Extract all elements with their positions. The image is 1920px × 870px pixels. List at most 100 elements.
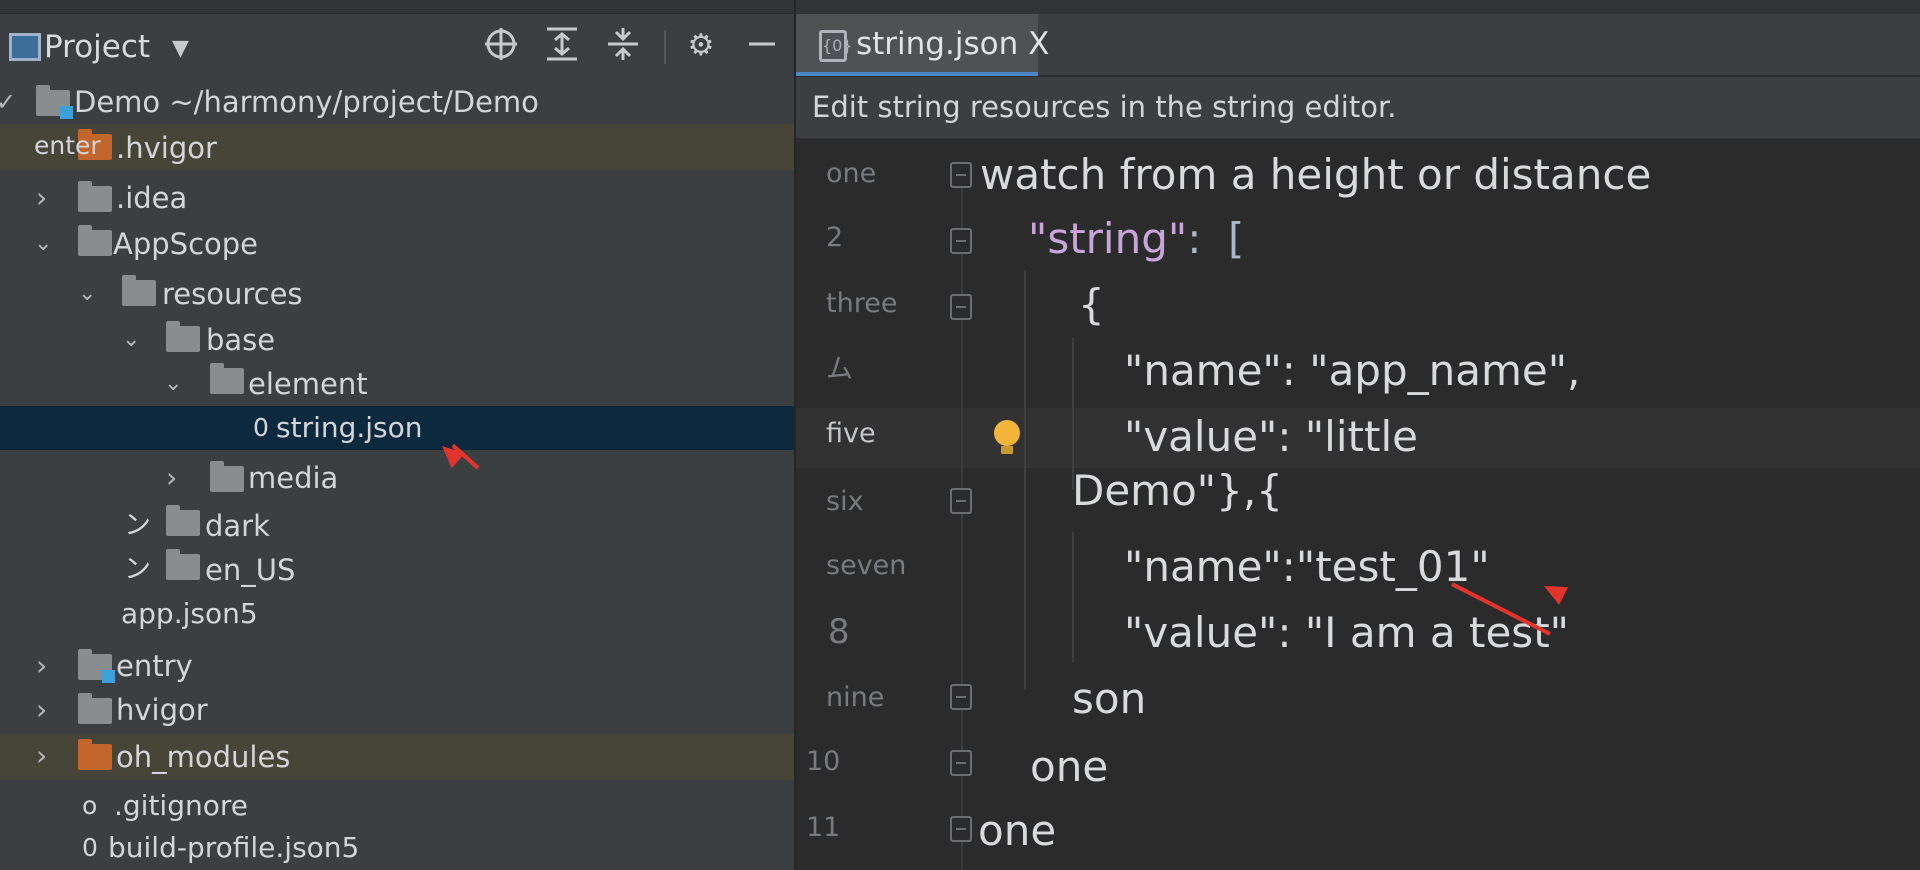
tree-item-label: Demo ~/harmony/project/Demo <box>74 85 539 119</box>
tree-item-build-profile[interactable]: 0 build-profile.json5 <box>0 826 794 870</box>
collapse-all-icon[interactable] <box>603 26 643 66</box>
banner-text[interactable]: Edit string resources in the string edit… <box>812 87 1396 127</box>
code-line[interactable]: "string": [ <box>1028 212 1244 266</box>
tree-item-element[interactable]: ⌄ element <box>0 362 794 406</box>
chevron-right-icon[interactable]: ン <box>124 548 151 592</box>
folder-icon <box>166 505 200 536</box>
tab-label: string.json X <box>856 26 1050 62</box>
enter-hint: enter <box>34 131 101 160</box>
tree-item-label: hvigor <box>116 693 208 727</box>
annotation-arrow-head <box>1539 577 1569 605</box>
fold-icon[interactable] <box>950 488 972 514</box>
tree-item-base[interactable]: ⌄ base <box>0 318 794 362</box>
chevron-right-icon[interactable]: › <box>36 644 47 688</box>
tree-item-label: AppScope <box>113 227 258 261</box>
chevron-down-icon[interactable]: ⌄ <box>122 318 140 362</box>
tree-item-idea[interactable]: › .idea <box>0 176 794 220</box>
line-number: 8 <box>828 612 850 652</box>
string-key: "string" <box>1028 214 1188 263</box>
fold-icon[interactable] <box>950 816 972 842</box>
folder-icon <box>78 225 112 256</box>
tree-item-resources[interactable]: ⌄ resources <box>0 272 794 316</box>
tab-string-json[interactable]: {0} string.json X <box>796 14 1049 76</box>
tree-item-gitignore[interactable]: o .gitignore <box>0 784 794 828</box>
chevron-right-icon[interactable]: › <box>36 176 47 220</box>
json-file-icon: {0} <box>819 30 853 62</box>
chevron-down-icon[interactable]: ▼ <box>172 36 189 61</box>
tree-item-oh-modules[interactable]: › oh_modules <box>0 734 794 780</box>
fold-icon[interactable] <box>950 294 972 320</box>
tree-item-label: oh_modules <box>116 740 291 774</box>
code-line-wrapped[interactable]: Demo"},{ <box>1072 464 1283 518</box>
json-file-icon: 0 <box>253 413 269 442</box>
module-folder-icon <box>78 649 115 683</box>
tree-item-label: .idea <box>116 181 188 215</box>
line-number: nine <box>826 682 885 713</box>
indent-guide <box>1024 270 1026 690</box>
tree-item-appscope[interactable]: ⌄ AppScope <box>0 222 794 266</box>
module-folder-icon <box>36 85 73 119</box>
tree-item-dark[interactable]: ン dark <box>0 504 794 548</box>
chevron-down-icon[interactable]: ✓ <box>0 80 16 124</box>
tree-item-label: element <box>248 367 368 401</box>
code-line[interactable]: watch from a height or distance <box>980 148 1651 202</box>
chevron-down-icon[interactable]: ⌄ <box>34 222 52 266</box>
code-line[interactable]: "name":"test_01" <box>1124 540 1490 594</box>
code-line[interactable]: "value": "I am a test" <box>1124 606 1569 660</box>
tree-item-label: media <box>248 461 339 495</box>
code-line[interactable]: "name": "app_name", <box>1124 344 1580 398</box>
tree-item-label: en_US <box>205 553 296 587</box>
tree-item-media[interactable]: › media <box>0 456 794 500</box>
json5-file-icon: 0 <box>82 833 98 862</box>
line-number: ム <box>826 354 853 385</box>
code-line[interactable]: son <box>1072 672 1146 726</box>
tree-item-label: build-profile.json5 <box>108 831 360 864</box>
chevron-down-icon[interactable]: ⌄ <box>164 362 182 406</box>
indent-guide <box>1072 532 1074 662</box>
line-number: three <box>826 288 898 319</box>
tree-item-label: resources <box>162 277 303 311</box>
minimize-icon[interactable] <box>742 26 782 66</box>
top-strip <box>796 0 1920 14</box>
line-number: 11 <box>806 812 841 843</box>
project-window-icon <box>9 33 41 61</box>
chevron-right-icon[interactable]: › <box>36 734 47 778</box>
chevron-right-icon[interactable]: ン <box>124 504 151 548</box>
fold-icon[interactable] <box>950 228 972 254</box>
locate-icon[interactable] <box>481 26 521 66</box>
folder-icon <box>166 321 200 352</box>
tree-item-hvigor[interactable]: › hvigor <box>0 688 794 732</box>
editor-tab-bar: {0} string.json X <box>796 14 1920 76</box>
line-number: one <box>826 158 877 189</box>
ignore-file-icon: o <box>82 791 98 820</box>
fold-icon[interactable] <box>950 162 972 188</box>
fold-icon[interactable] <box>950 750 972 776</box>
chevron-right-icon[interactable]: › <box>36 688 47 732</box>
tree-item-app-json5[interactable]: app.json5 <box>0 592 794 636</box>
tree-item-string-json[interactable]: 0 string.json <box>0 406 794 450</box>
tree-item-label: base <box>206 323 276 357</box>
gear-icon[interactable]: ⚙ <box>681 26 721 66</box>
fold-icon[interactable] <box>950 684 972 710</box>
tree-item-label: dark <box>205 509 270 543</box>
folder-icon <box>210 363 244 394</box>
line-number: 2 <box>826 222 844 253</box>
folder-icon <box>78 181 112 212</box>
folder-icon <box>78 693 112 724</box>
lightbulb-icon[interactable] <box>994 420 1020 454</box>
folder-icon <box>210 461 244 492</box>
chevron-down-icon[interactable]: ⌄ <box>78 272 96 316</box>
tree-item-demo[interactable]: ✓ Demo ~/harmony/project/Demo <box>0 80 794 124</box>
code-line[interactable]: { <box>1078 278 1105 332</box>
code-line[interactable]: "value": "little <box>1124 410 1418 464</box>
tree-item-label: string.json <box>276 411 423 444</box>
chevron-right-icon[interactable]: › <box>166 456 177 500</box>
expand-all-icon[interactable] <box>542 26 582 66</box>
code-line[interactable]: one <box>1030 740 1108 794</box>
tree-item-entry[interactable]: › entry <box>0 644 794 688</box>
tree-item-en-us[interactable]: ン en_US <box>0 548 794 592</box>
tree-item-hvigor-hidden[interactable]: enter .hvigor <box>0 124 794 170</box>
code-line[interactable]: one <box>978 804 1056 858</box>
project-view-selector[interactable]: Project <box>44 28 150 66</box>
top-strip <box>0 0 794 14</box>
